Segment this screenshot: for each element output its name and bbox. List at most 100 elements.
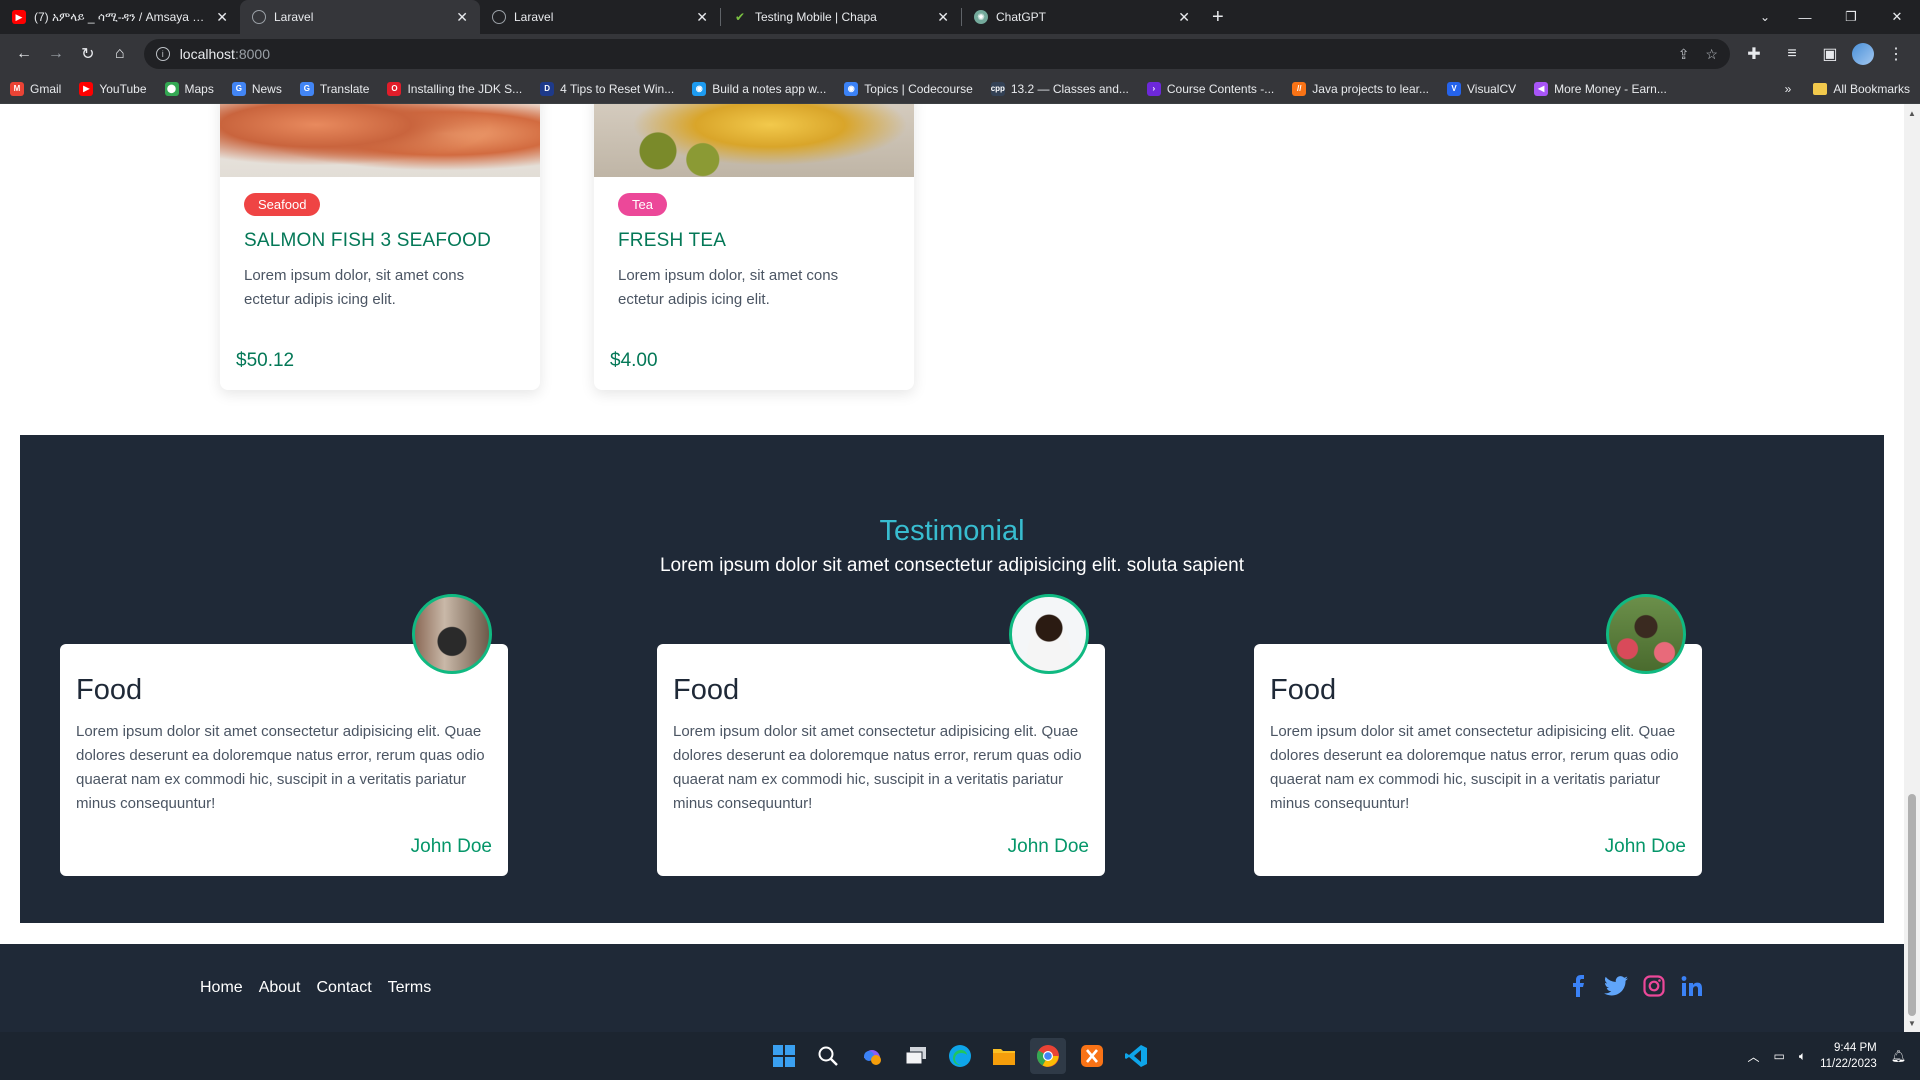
widgets-icon[interactable] <box>854 1038 890 1074</box>
site-info-icon[interactable]: i <box>155 47 170 61</box>
notification-bell-icon[interactable]: 🔔︎ <box>1891 1049 1906 1063</box>
close-tab-icon[interactable]: ✕ <box>456 9 468 26</box>
tab-search-chevron-icon[interactable]: ⌄ <box>1760 0 1770 34</box>
globe-favicon-icon <box>252 10 266 24</box>
bookmark-favicon-icon: ◉ <box>692 81 707 96</box>
bookmark-item[interactable]: O Installing the JDK S... <box>387 81 522 96</box>
bookmark-item[interactable]: D 4 Tips to Reset Win... <box>540 81 674 96</box>
bookmark-item[interactable]: G News <box>231 81 282 96</box>
footer-link-home[interactable]: Home <box>200 979 243 997</box>
windows-start-icon[interactable] <box>766 1038 802 1074</box>
bookmark-favicon-icon: // <box>1292 81 1307 96</box>
product-price: $50.12 <box>236 350 295 371</box>
instagram-icon[interactable] <box>1642 974 1666 998</box>
bookmark-item[interactable]: ◉ Build a notes app w... <box>692 81 827 96</box>
bookmark-label: Build a notes app w... <box>712 81 827 96</box>
product-image <box>220 104 540 177</box>
testimonial-card: Food Lorem ipsum dolor sit amet consecte… <box>1254 594 1702 876</box>
footer-link-about[interactable]: About <box>259 979 301 997</box>
browser-tab[interactable]: ✺ ChatGPT ✕ <box>962 0 1202 34</box>
bookmark-favicon-icon: O <box>387 81 402 96</box>
bookmark-label: Java projects to lear... <box>1312 81 1429 96</box>
reload-icon[interactable]: ↻ <box>72 38 104 70</box>
tab-title: Laravel <box>274 10 314 24</box>
close-tab-icon[interactable]: ✕ <box>216 9 228 26</box>
linkedin-icon[interactable] <box>1680 974 1704 998</box>
share-icon[interactable]: ⇪ <box>1678 46 1690 63</box>
globe-favicon-icon <box>492 10 506 24</box>
new-tab-button[interactable]: + <box>1212 6 1224 29</box>
product-card[interactable]: Tea FRESH TEA Lorem ipsum dolor, sit ame… <box>594 104 914 390</box>
task-view-icon[interactable] <box>898 1038 934 1074</box>
reading-list-icon[interactable]: ≡ <box>1776 38 1808 70</box>
scroll-up-arrow-icon[interactable]: ▲ <box>1904 106 1920 120</box>
bookmark-item[interactable]: G Translate <box>299 81 370 96</box>
bookmark-favicon-icon: ⬤ <box>164 81 179 96</box>
address-bar[interactable]: i localhost:8000 ⇪ ☆ <box>143 39 1730 69</box>
extensions-puzzle-icon[interactable]: ✚ <box>1738 38 1770 70</box>
testimonial-card-text: Lorem ipsum dolor sit amet consectetur a… <box>76 723 485 812</box>
close-tab-icon[interactable]: ✕ <box>937 9 949 26</box>
bookmark-item[interactable]: ◀ More Money - Earn... <box>1534 81 1667 96</box>
bookmark-label: Translate <box>319 81 370 96</box>
vscode-icon[interactable] <box>1118 1038 1154 1074</box>
bookmark-item[interactable]: M Gmail <box>10 81 62 96</box>
footer-nav: Home About Contact Terms <box>200 979 431 997</box>
scrollbar-thumb[interactable] <box>1908 794 1916 1016</box>
bookmark-item[interactable]: // Java projects to lear... <box>1292 81 1429 96</box>
social-links <box>1566 974 1704 998</box>
bookmark-item[interactable]: ◉ Topics | Codecourse <box>844 81 973 96</box>
scroll-down-arrow-icon[interactable]: ▼ <box>1904 1016 1920 1030</box>
close-tab-icon[interactable]: ✕ <box>1178 9 1190 26</box>
bookmark-favicon-icon: cpp <box>991 81 1005 96</box>
all-bookmarks-button[interactable]: All Bookmarks <box>1813 82 1910 96</box>
bookmark-item[interactable]: V VisualCV <box>1447 81 1516 96</box>
browser-tab[interactable]: ▶ (7) አምላይ _ ሳሚ-ዳን / Amsaya _ S ✕ <box>0 0 240 34</box>
bookmark-label: Gmail <box>30 81 62 96</box>
restore-icon[interactable]: ❐ <box>1828 0 1874 34</box>
bookmark-item[interactable]: › Course Contents -... <box>1146 81 1275 96</box>
profile-avatar[interactable] <box>1851 43 1874 65</box>
tab-title: (7) አምላይ _ ሳሚ-ዳን / Amsaya _ S <box>34 9 211 24</box>
testimonial-author: John Doe <box>410 836 492 857</box>
volume-icon[interactable]: 🔈︎ <box>1799 1049 1806 1064</box>
facebook-icon[interactable] <box>1566 974 1590 998</box>
tray-chevron-up-icon[interactable]: ︿ <box>1748 1048 1760 1065</box>
clock[interactable]: 9:44 PM 11/22/2023 <box>1820 1040 1877 1072</box>
network-icon[interactable]: ▭ <box>1774 1049 1785 1063</box>
avatar <box>1606 594 1686 674</box>
search-icon[interactable] <box>810 1038 846 1074</box>
close-tab-icon[interactable]: ✕ <box>696 9 708 26</box>
browser-tab[interactable]: ✔ Testing Mobile | Chapa ✕ <box>721 0 961 34</box>
bookmark-star-icon[interactable]: ☆ <box>1705 46 1718 63</box>
file-explorer-icon[interactable] <box>986 1038 1022 1074</box>
page-viewport: Seafood SALMON FISH 3 SEAFOOD Lorem ipsu… <box>0 104 1904 1032</box>
edge-browser-icon[interactable] <box>942 1038 978 1074</box>
bookmark-favicon-icon: ▶ <box>79 81 94 96</box>
bookmark-label: Maps <box>184 81 214 96</box>
product-price: $4.00 <box>610 350 658 371</box>
bookmark-item[interactable]: ▶ YouTube <box>79 81 147 96</box>
minimize-icon[interactable]: — <box>1782 0 1828 34</box>
browser-tab[interactable]: Laravel ✕ <box>480 0 720 34</box>
side-panel-icon[interactable]: ▣ <box>1814 38 1846 70</box>
home-icon[interactable]: ⌂ <box>104 38 136 70</box>
bookmarks-overflow-chevron-icon[interactable]: » <box>1785 82 1792 96</box>
product-card[interactable]: Seafood SALMON FISH 3 SEAFOOD Lorem ipsu… <box>220 104 540 390</box>
menu-kebab-icon[interactable]: ⋮ <box>1880 38 1912 70</box>
back-arrow-icon[interactable]: ← <box>8 38 40 70</box>
footer-link-contact[interactable]: Contact <box>317 979 372 997</box>
page-scrollbar[interactable]: ▲ ▼ <box>1904 104 1920 1032</box>
footer-link-terms[interactable]: Terms <box>388 979 432 997</box>
browser-tab-active[interactable]: Laravel ✕ <box>240 0 480 34</box>
close-window-icon[interactable]: ✕ <box>1874 0 1920 34</box>
bookmark-item[interactable]: cpp 13.2 — Classes and... <box>991 81 1129 96</box>
all-bookmarks-label: All Bookmarks <box>1833 81 1910 96</box>
bookmark-label: Course Contents -... <box>1166 81 1275 96</box>
twitter-icon[interactable] <box>1604 974 1628 998</box>
chrome-browser-icon[interactable] <box>1030 1038 1066 1074</box>
xampp-icon[interactable] <box>1074 1038 1110 1074</box>
tab-title: ChatGPT <box>996 10 1047 24</box>
bookmark-item[interactable]: ⬤ Maps <box>164 81 214 96</box>
forward-arrow-icon[interactable]: → <box>40 38 72 70</box>
